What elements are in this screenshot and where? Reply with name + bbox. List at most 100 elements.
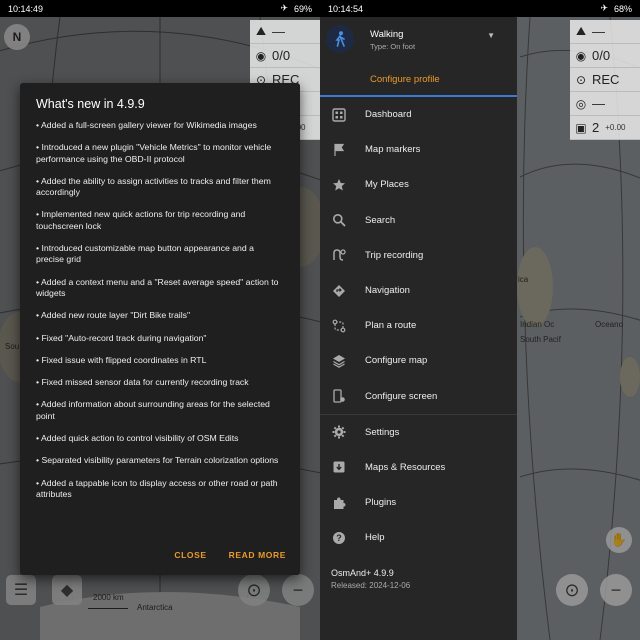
app-version: OsmAnd+ 4.9.9 <box>331 568 394 578</box>
changelog-item: • Added information about surrounding ar… <box>36 399 270 421</box>
changelog-item: • Added quick action to control visibili… <box>36 433 239 444</box>
drawer-item-plan-a-route[interactable]: Plan a route <box>320 308 517 343</box>
airplane-icon: ✈ <box>600 3 608 13</box>
widget-value: — <box>272 24 285 39</box>
battery-percent-right: 68% <box>613 3 632 14</box>
navigation-drawer: Walking Type: On foot ▼ Configure profil… <box>320 17 517 640</box>
configure-profile-link[interactable]: Configure profile <box>370 74 440 85</box>
info-widget[interactable]: ⊙ REC <box>570 68 640 92</box>
changelog-item: • Fixed "Auto-record track during naviga… <box>36 332 207 343</box>
altitude-icon: ⛰ <box>575 24 587 38</box>
status-bar: 10:14:49 ✈ 69% <box>0 0 320 17</box>
changelog-item: • Introduced a new plugin "Vehicle Metri… <box>36 142 272 164</box>
widget-value: 2 <box>592 120 600 135</box>
read-more-button[interactable]: READ MORE <box>229 550 286 560</box>
status-bar-right: 10:14:54 ✈ 68% <box>320 0 640 17</box>
drawer-item-configure-screen[interactable]: Configure screen <box>320 379 517 414</box>
info-widget[interactable]: ◉ 0/0 <box>570 44 640 68</box>
changelog-item: • Added the ability to assign activities… <box>36 175 271 198</box>
info-widget[interactable]: ⛰ — <box>570 20 640 44</box>
drawer-item-plugins[interactable]: Plugins <box>320 485 517 520</box>
drawer-item-label: Plan a route <box>365 320 417 332</box>
profile-type: Type: On foot <box>370 42 416 51</box>
changelog-item: • Separated visibility parameters for Te… <box>36 455 279 466</box>
changelog-item: • Fixed missed sensor data for currently… <box>36 377 249 388</box>
airplane-icon: ✈ <box>280 3 288 13</box>
drawer-item-trip-recording[interactable]: Trip recording <box>320 238 517 273</box>
star-icon <box>331 177 347 193</box>
drawer-item-my-places[interactable]: My Places <box>320 167 517 202</box>
left-screen: 10:14:49 ✈ 69% Sou Antarctica 2000 km N … <box>0 0 320 640</box>
changelog-item: • Introduced customizable map button app… <box>36 243 254 265</box>
whats-new-dialog: What's new in 4.9.9 • Added a full-scree… <box>20 83 300 575</box>
distance-icon: ◉ <box>255 48 267 63</box>
changelog-item: • Added a tappable icon to display acces… <box>36 477 278 499</box>
right-screen: 10:14:54 ✈ 68% ica Indian Oc Oceano Sout… <box>320 0 640 640</box>
app-info: OsmAnd+ 4.9.9 Released: 2024-12-06 <box>331 568 410 590</box>
layers-icon: ▣ <box>575 120 587 135</box>
status-time: 10:14:49 <box>8 3 44 14</box>
widget-value: 0/0 <box>592 48 611 63</box>
drawer-item-label: Dashboard <box>365 109 412 121</box>
drawer-item-label: Help <box>365 532 385 544</box>
drawer-item-label: Settings <box>365 426 400 438</box>
drawer-item-map-markers[interactable]: Map markers <box>320 132 517 167</box>
info-widget[interactable]: ◎— <box>570 92 640 116</box>
time-icon: ◎ <box>575 96 587 111</box>
info-widget[interactable]: ▣ 2 +0.00 <box>570 116 640 140</box>
drawer-item-navigation[interactable]: Navigation <box>320 273 517 308</box>
widget-value: — <box>592 96 605 111</box>
info-widget[interactable]: ◉ 0/0 <box>250 44 320 68</box>
widget-value: REC <box>592 72 620 87</box>
battery-percent: 69% <box>293 3 312 14</box>
drawer-item-label: My Places <box>365 179 409 191</box>
info-widgets-panel-right: ⛰ — ◉ 0/0 ⊙ REC ◎ — ▣ 2 +0.00 <box>570 20 640 140</box>
drawer-item-label: Configure screen <box>365 390 438 402</box>
drawer-item-label: Configure map <box>365 355 428 367</box>
layers-icon <box>331 353 347 369</box>
drawer-item-settings[interactable]: Settings <box>320 415 517 450</box>
close-button[interactable]: CLOSE <box>174 550 206 560</box>
flag-icon <box>331 142 347 158</box>
help-icon: ? <box>331 530 347 546</box>
dialog-title: What's new in 4.9.9 <box>36 97 145 111</box>
drawer-item-search[interactable]: Search <box>320 203 517 238</box>
changelog-item: • Added a full-screen gallery viewer for… <box>36 120 257 130</box>
drawer-item-dashboard[interactable]: Dashboard <box>320 97 517 132</box>
drawer-item-label: Search <box>365 214 396 226</box>
dashboard-icon <box>331 107 347 123</box>
search-icon <box>331 212 347 228</box>
changelog-item: • Added new route layer "Dirt Bike trail… <box>36 310 191 321</box>
profile-header[interactable]: Walking Type: On foot ▼ Configure profil… <box>320 17 517 97</box>
changelog-item: • Implemented new quick actions for trip… <box>36 209 246 231</box>
widget-value: 0/0 <box>272 48 291 63</box>
drawer-item-maps-resources[interactable]: Maps & Resources <box>320 450 517 485</box>
configure-screen-icon <box>331 388 347 404</box>
drawer-item-label: Trip recording <box>365 249 424 261</box>
drawer-item-help[interactable]: ? Help <box>320 520 517 555</box>
drawer-item-label: Map markers <box>365 144 421 156</box>
widget-subvalue: +0.00 <box>605 123 626 132</box>
drawer-menu: Dashboard Map markers My Places Search Trip … <box>320 97 517 555</box>
navigation-icon <box>331 283 347 299</box>
chevron-down-icon[interactable]: ▼ <box>487 31 495 40</box>
widget-value: — <box>592 24 605 39</box>
release-date: Released: 2024-12-06 <box>331 581 411 590</box>
walking-profile-icon <box>326 25 354 53</box>
download-icon <box>331 459 347 475</box>
distance-icon: ◉ <box>575 48 587 63</box>
svg-text:?: ? <box>336 533 342 543</box>
drawer-item-configure-map[interactable]: Configure map <box>320 343 517 378</box>
altitude-icon: ⛰ <box>255 24 267 38</box>
info-widget[interactable]: ⛰ — <box>250 20 320 44</box>
profile-name: Walking <box>370 29 404 40</box>
record-icon: ⊙ <box>575 72 587 87</box>
drawer-item-label: Plugins <box>365 497 397 509</box>
drawer-item-label: Maps & Resources <box>365 461 446 473</box>
puzzle-icon <box>331 495 347 511</box>
trip-recording-icon <box>331 247 347 263</box>
changelog-item: • Fixed issue with flipped coordinates i… <box>36 354 207 365</box>
status-time-right: 10:14:54 <box>328 3 364 14</box>
gear-icon <box>331 424 347 440</box>
drawer-item-label: Navigation <box>365 285 410 297</box>
